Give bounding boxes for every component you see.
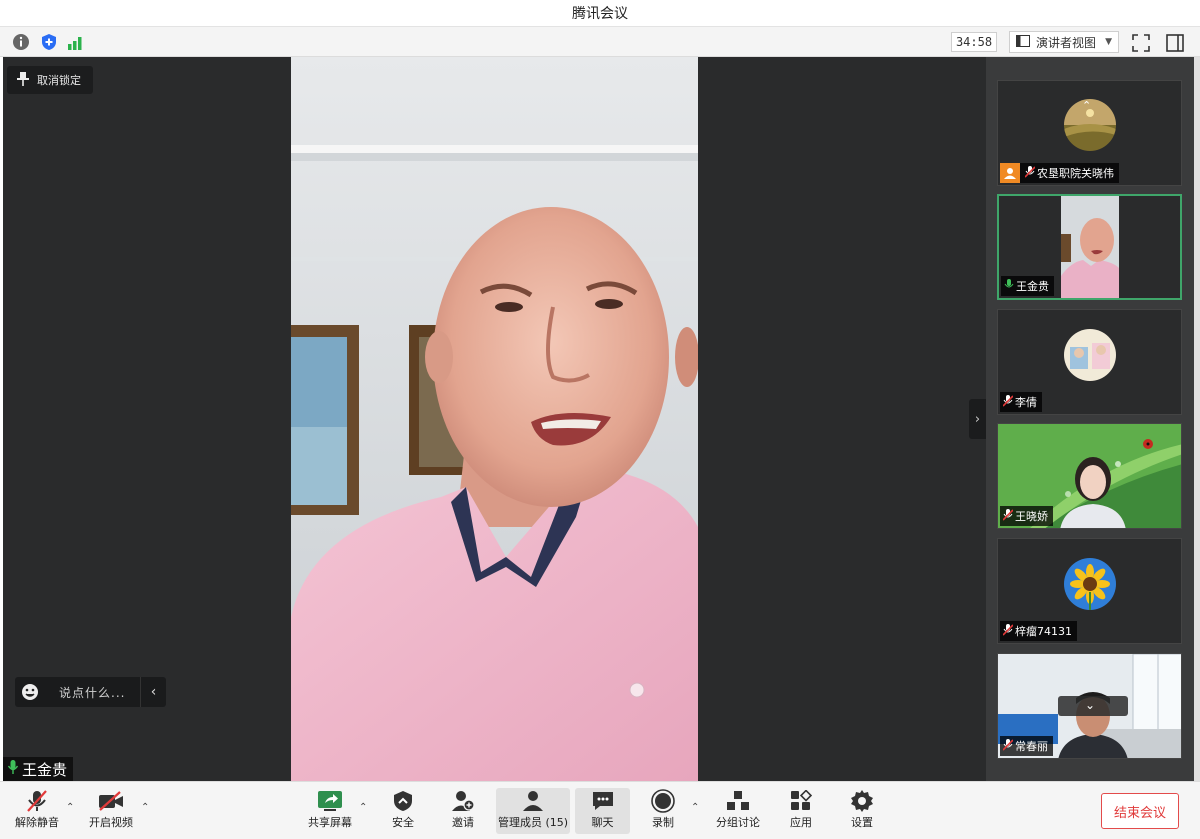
chevron-up-icon: ⌃ [1082, 99, 1092, 112]
share-screen-label: 共享屏幕 [308, 816, 352, 829]
avatar [1064, 329, 1116, 381]
participant-tile[interactable]: 王晓娇 [997, 423, 1182, 529]
emoji-icon[interactable] [15, 683, 45, 701]
meeting-info-bar: 34:58 演讲者视图 ▼ [0, 26, 1200, 57]
settings-label: 设置 [851, 816, 873, 829]
view-mode-select[interactable]: 演讲者视图 ▼ [1009, 31, 1119, 53]
chat-label: 聊天 [591, 816, 614, 829]
mic-muted-icon [1002, 394, 1014, 410]
window-title: 腾讯会议 [572, 6, 628, 22]
participant-tile[interactable]: ⌄ 常春丽 [997, 653, 1182, 759]
participant-name: 梓瘤74131 [1015, 625, 1072, 638]
end-meeting-button[interactable]: 结束会议 [1101, 793, 1179, 829]
settings-button[interactable]: 设置 [845, 788, 879, 834]
share-screen-icon [317, 788, 343, 814]
chat-icon [591, 788, 615, 814]
participant-name: 农垦职院关晓伟 [1037, 167, 1114, 180]
participant-label: 农垦职院关晓伟 [1000, 163, 1119, 183]
participant-tile[interactable]: ⌃ 农垦职院关晓伟 [997, 80, 1182, 186]
participant-label: 王晓娇 [1000, 506, 1053, 526]
participant-label: 梓瘤74131 [1000, 621, 1077, 641]
signal-icon[interactable] [67, 33, 85, 51]
security-label: 安全 [392, 816, 414, 829]
apps-grid-icon [790, 788, 812, 814]
chat-button[interactable]: 聊天 [575, 788, 630, 834]
video-options-caret[interactable]: ⌃ [141, 802, 149, 813]
avatar [1064, 558, 1116, 610]
apps-label: 应用 [790, 816, 812, 829]
manage-members-label: 管理成员 (15) [497, 816, 569, 829]
mic-muted-icon [1002, 508, 1014, 524]
participant-video-thumbnail [1061, 196, 1119, 298]
breakout-rooms-button[interactable]: 分组讨论 [715, 788, 761, 834]
quick-chat-box[interactable]: 说点什么... ‹ [15, 677, 166, 707]
active-speaker-tag: 王金贵 [3, 757, 74, 781]
members-icon [522, 788, 544, 814]
start-video-button[interactable]: 开启视频 [88, 788, 134, 834]
unmute-button[interactable]: 解除静音 [14, 788, 60, 834]
mic-on-icon [7, 759, 19, 779]
apps-button[interactable]: 应用 [784, 788, 818, 834]
start-video-label: 开启视频 [89, 816, 133, 829]
mic-muted-icon [1002, 738, 1014, 754]
participant-label: 王金贵 [1001, 276, 1054, 296]
shield-icon[interactable] [40, 33, 58, 51]
manage-members-button[interactable]: 管理成员 (15) [496, 788, 570, 834]
invite-label: 邀请 [452, 816, 474, 829]
add-user-icon [451, 788, 475, 814]
layout-icon [1016, 34, 1030, 50]
share-screen-button[interactable]: 共享屏幕 [307, 788, 353, 834]
record-options-caret[interactable]: ⌃ [691, 802, 699, 813]
meeting-toolbar: 解除静音 ⌃ 开启视频 ⌃ 共享屏幕 ⌃ 安全 邀请 管理成员 (15) 聊天 … [0, 781, 1200, 839]
chevron-down-icon[interactable]: ⌄ [1085, 698, 1095, 712]
title-bar: 腾讯会议 [0, 0, 1200, 26]
active-speaker-name: 王金贵 [22, 760, 68, 779]
record-button[interactable]: 录制 [646, 788, 680, 834]
sidebar-toggle-icon[interactable] [1165, 33, 1185, 53]
mic-muted-icon [26, 788, 48, 814]
pin-icon [17, 71, 29, 90]
main-speaker-video[interactable] [291, 57, 698, 781]
participant-name: 王金贵 [1016, 280, 1049, 293]
participant-tile[interactable]: 李倩 [997, 309, 1182, 415]
user-icon [1000, 163, 1020, 183]
participant-label: 李倩 [1000, 392, 1042, 412]
share-options-caret[interactable]: ⌃ [359, 802, 367, 813]
mic-muted-icon [1002, 623, 1014, 639]
invite-button[interactable]: 邀请 [446, 788, 480, 834]
security-button[interactable]: 安全 [386, 788, 420, 834]
record-label: 录制 [652, 816, 674, 829]
meeting-timer: 34:58 [951, 32, 997, 52]
camera-off-icon [98, 788, 124, 814]
mic-on-icon [1004, 278, 1014, 294]
participant-name: 王晓娇 [1015, 510, 1048, 523]
gear-icon [850, 788, 874, 814]
participant-name: 李倩 [1015, 396, 1037, 409]
chevron-down-icon: ▼ [1105, 37, 1112, 47]
view-mode-label: 演讲者视图 [1036, 35, 1097, 50]
chevron-right-icon: › [974, 411, 981, 427]
breakout-icon [726, 788, 750, 814]
info-icon[interactable] [12, 33, 30, 51]
participant-label: 常春丽 [1000, 736, 1053, 756]
unpin-label: 取消锁定 [37, 74, 81, 87]
audio-options-caret[interactable]: ⌃ [66, 802, 74, 813]
shield-icon [393, 788, 413, 814]
collapse-sidebar-button[interactable]: › [969, 399, 986, 439]
sidebar-scrollbar[interactable] [1194, 57, 1200, 781]
participant-tile[interactable]: 梓瘤74131 [997, 538, 1182, 644]
record-icon [651, 788, 675, 814]
mic-muted-icon [1024, 165, 1036, 181]
chevron-left-icon[interactable]: ‹ [140, 677, 166, 707]
participant-name: 常春丽 [1015, 740, 1048, 753]
unmute-label: 解除静音 [15, 816, 59, 829]
fullscreen-icon[interactable] [1131, 33, 1151, 53]
breakout-rooms-label: 分组讨论 [716, 816, 760, 829]
unpin-button[interactable]: 取消锁定 [7, 66, 93, 94]
chat-input-placeholder[interactable]: 说点什么... [45, 684, 140, 701]
participant-tile[interactable]: 王金贵 [997, 194, 1182, 300]
